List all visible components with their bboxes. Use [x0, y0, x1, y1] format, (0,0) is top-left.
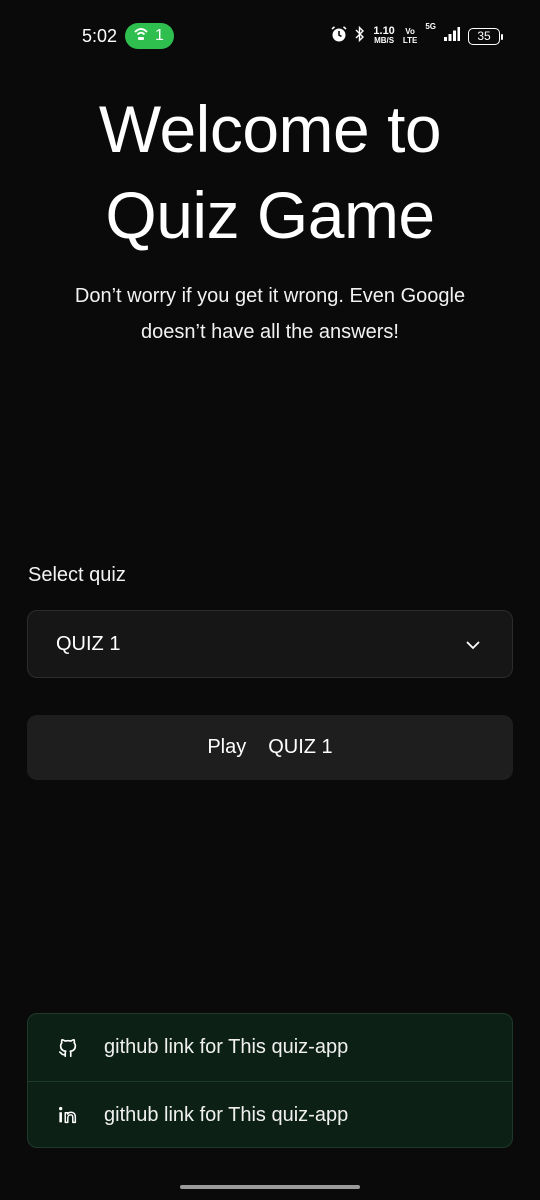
linkedin-link-label: github link for This quiz-app	[104, 1103, 349, 1126]
play-quiz-button[interactable]: Play QUIZ 1	[27, 715, 513, 780]
linkedin-icon	[56, 1103, 80, 1127]
clock: 5:02	[82, 25, 118, 46]
chevron-down-icon	[466, 633, 480, 656]
selected-quiz: QUIZ 1	[56, 632, 121, 655]
bluetooth-icon	[355, 25, 365, 47]
hotspot-badge: 1	[125, 23, 174, 49]
github-link-label: github link for This quiz-app	[104, 1036, 349, 1058]
speed-value: 1.10	[373, 25, 395, 37]
subtitle-line-1: Don’t worry if you get it wrong. Even Go…	[74, 285, 466, 307]
title-line-2: Quiz Game	[105, 178, 435, 252]
play-quiz-name: QUIZ 1	[268, 736, 333, 758]
battery-icon: 35	[468, 27, 503, 45]
title-line-1: Welcome to	[98, 92, 442, 166]
home-indicator[interactable]	[180, 1185, 360, 1189]
subtitle-line-2: doesn’t have all the answers!	[141, 321, 399, 343]
speed-unit: MB/S	[374, 36, 395, 45]
hotspot-icon	[133, 27, 149, 46]
network-type: 5G	[425, 21, 436, 31]
quiz-home-screen: 5:02 1 1.10 MB/S Vo LTE 5G 35 Welcome to…	[0, 0, 540, 1200]
hotspot-count: 1	[155, 27, 164, 44]
alarm-icon	[331, 25, 347, 47]
page-title: Welcome to Quiz Game	[0, 86, 540, 258]
network-speed: 1.10 MB/S	[373, 25, 395, 46]
battery-level: 35	[477, 29, 491, 43]
links-panel: github link for This quiz-app github lin…	[27, 1013, 513, 1148]
status-left: 5:02 1	[82, 23, 174, 49]
volte-bottom: LTE	[402, 36, 418, 45]
status-right: 1.10 MB/S Vo LTE 5G 35	[331, 22, 503, 47]
volte-indicator: Vo LTE	[403, 27, 418, 45]
github-icon	[56, 1036, 80, 1060]
linkedin-link[interactable]: github link for This quiz-app	[28, 1081, 512, 1147]
play-label: Play	[207, 736, 247, 758]
signal-icon	[444, 26, 460, 46]
select-quiz-label: Select quiz	[28, 564, 126, 586]
github-link[interactable]: github link for This quiz-app	[28, 1014, 512, 1081]
status-bar: 5:02 1 1.10 MB/S Vo LTE 5G 35	[0, 0, 540, 72]
page-subtitle: Don’t worry if you get it wrong. Even Go…	[40, 278, 500, 350]
volte-top: Vo	[405, 27, 415, 36]
quiz-select-dropdown[interactable]: QUIZ 1	[27, 610, 513, 678]
